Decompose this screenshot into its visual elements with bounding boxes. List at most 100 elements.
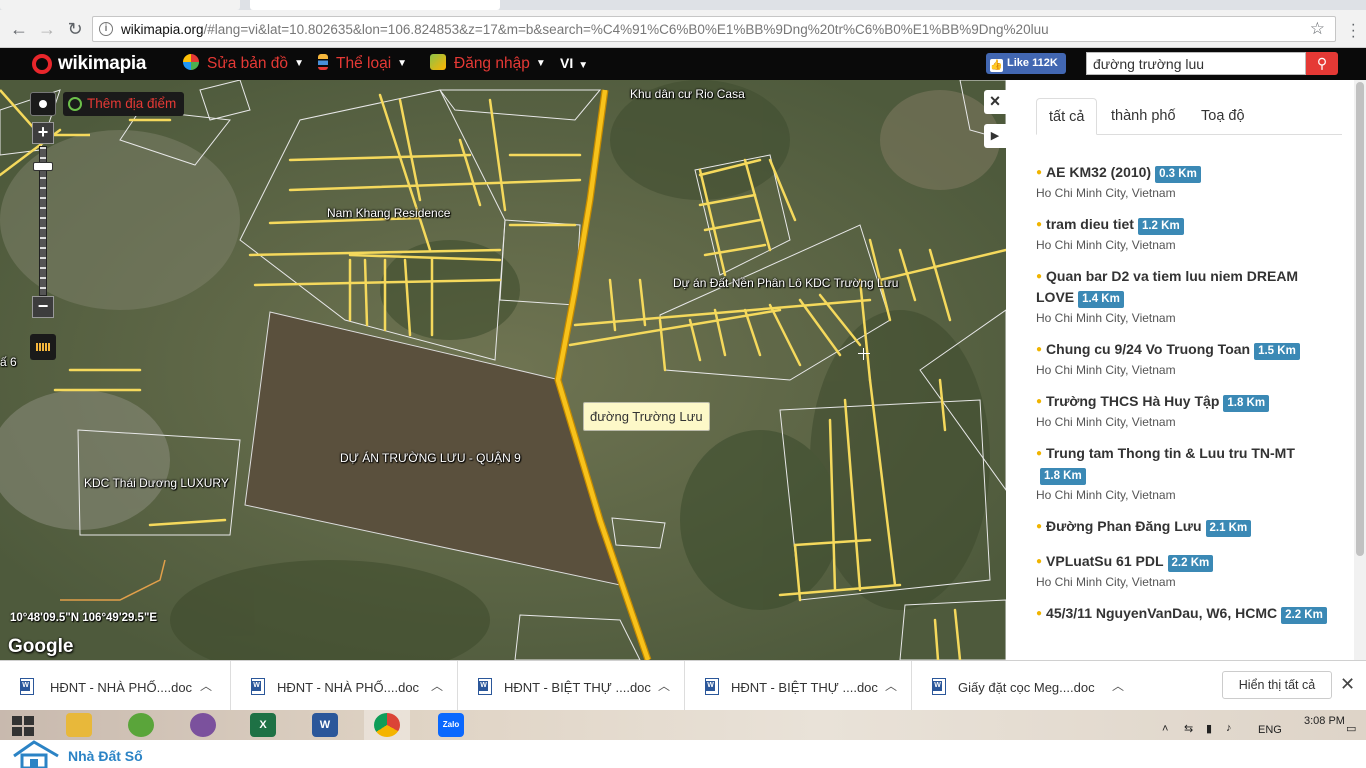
tray-chevron-icon[interactable]: ˄ xyxy=(1162,723,1168,735)
word-doc-icon xyxy=(251,678,265,695)
chevron-up-icon[interactable]: ︿ xyxy=(658,677,670,694)
distance-badge: 2.1 Km xyxy=(1205,520,1252,537)
bullet-icon: ● xyxy=(1036,271,1043,282)
zoom-in-button[interactable]: + xyxy=(32,122,54,144)
result-title[interactable]: Chung cu 9/24 Vo Truong Toan xyxy=(1046,341,1250,357)
result-title[interactable]: Trường THCS Hà Huy Tập xyxy=(1046,393,1219,409)
tray-language[interactable]: ENG xyxy=(1258,724,1282,736)
coccoc-icon[interactable] xyxy=(118,710,164,740)
my-location-button[interactable] xyxy=(30,92,56,116)
zalo-icon[interactable]: Zalo xyxy=(428,710,474,740)
download-filename: HĐNT - NHÀ PHỐ....doc xyxy=(277,680,420,695)
result-title[interactable]: AE KM32 (2010) xyxy=(1046,164,1151,180)
tab-coordinates[interactable]: Toạ độ xyxy=(1189,98,1257,135)
menu-login[interactable]: Đăng nhập ▼ xyxy=(430,54,546,74)
result-place: Ho Chi Minh City, Vietnam xyxy=(1036,415,1176,429)
taskbar: X W Zalo ˄ ⇆ ▮ ♪ ENG 3:08 PM ▭ xyxy=(0,710,1366,740)
bookmark-star-icon[interactable]: ☆ xyxy=(1310,19,1325,39)
close-panel-button[interactable]: × xyxy=(984,90,1006,114)
info-icon[interactable]: i xyxy=(99,22,113,36)
tray-volume-icon[interactable]: ♪ xyxy=(1226,722,1232,734)
browser-tab-strip xyxy=(0,0,1366,10)
bullet-icon: ● xyxy=(1036,219,1043,230)
map-label-nam-khang[interactable]: Nam Khang Residence xyxy=(327,206,450,220)
result-title[interactable]: tram dieu tiet xyxy=(1046,216,1134,232)
browser-tab-active[interactable] xyxy=(250,0,500,10)
show-all-downloads-button[interactable]: Hiển thị tất cả xyxy=(1222,671,1332,699)
panel-scrollbar[interactable] xyxy=(1354,80,1366,660)
list-item[interactable]: ● 45/3/11 NguyenVanDau, W6, HCMC 2.2 Km xyxy=(1036,603,1336,624)
result-title[interactable]: Quan bar D2 va tiem luu niem DREAM LOVE xyxy=(1036,268,1298,305)
zoom-out-button[interactable]: − xyxy=(32,296,54,318)
download-item[interactable]: HĐNT - BIỆT THỰ ....doc ︿ xyxy=(685,661,912,711)
bullet-icon: ● xyxy=(1036,608,1043,619)
list-item[interactable]: ● Quan bar D2 va tiem luu niem DREAM LOVE… xyxy=(1036,266,1336,325)
close-icon[interactable]: ✕ xyxy=(1340,674,1355,695)
map-label-kdc-thai-duong[interactable]: KDC Thái Dương LUXURY xyxy=(84,476,229,490)
menu-edit-map[interactable]: Sửa bản đồ ▼ xyxy=(183,54,304,74)
address-bar[interactable]: i wikimapia.org/#lang=vi&lat=10.802635&l… xyxy=(92,16,1336,42)
result-title[interactable]: Trung tam Thong tin & Luu tru TN-MT xyxy=(1046,445,1295,461)
tab-all[interactable]: tất cả xyxy=(1036,98,1098,135)
search-button[interactable]: ⚲ xyxy=(1306,52,1338,75)
search-results-panel: tất cả thành phố Toạ độ ● AE KM32 (2010) 0… xyxy=(1006,80,1354,660)
notification-icon[interactable]: ▭ xyxy=(1346,722,1356,735)
chevron-up-icon[interactable]: ︿ xyxy=(885,677,897,694)
zoom-slider-handle[interactable] xyxy=(33,162,53,171)
reload-icon[interactable]: ↻ xyxy=(64,18,86,40)
chevron-down-icon: ▼ xyxy=(397,58,408,69)
menu-categories[interactable]: Thể loại ▼ xyxy=(318,54,407,74)
chevron-up-icon[interactable]: ︿ xyxy=(1112,677,1124,694)
tab-city[interactable]: thành phố xyxy=(1099,98,1188,135)
add-place-button[interactable]: Thêm địa điểm xyxy=(63,92,185,116)
download-item[interactable]: HĐNT - BIỆT THỰ ....doc ︿ xyxy=(458,661,685,711)
list-item[interactable]: ● Trung tam Thong tin & Luu tru TN-MT 1.8 … xyxy=(1036,443,1336,502)
back-icon[interactable]: ← xyxy=(8,18,30,40)
browser-tab[interactable] xyxy=(0,0,240,10)
map-label-kdc-truong-luu[interactable]: Dự án Đất Nền Phân Lô KDC Trường Lưu xyxy=(673,276,898,290)
map-view[interactable]: Khu dân cư Rio Casa Nam Khang Residence … xyxy=(0,80,1006,660)
facebook-like-button[interactable]: 👍 Like 112K xyxy=(986,53,1066,74)
tray-network-icon[interactable]: ⇆ xyxy=(1184,722,1193,735)
download-item[interactable]: HĐNT - NHÀ PHỐ....doc ︿ xyxy=(231,661,458,711)
forward-icon[interactable]: → xyxy=(36,18,58,40)
map-label-du-an-truong-luu[interactable]: DỰ ÁN TRƯỜNG LƯU - QUẬN 9 xyxy=(340,451,521,465)
list-item[interactable]: ● tram dieu tiet 1.2 Km Ho Chi Minh City, V… xyxy=(1036,214,1336,252)
tray-battery-icon[interactable]: ▮ xyxy=(1206,722,1212,735)
logo-icon xyxy=(32,54,52,74)
list-item[interactable]: ● AE KM32 (2010) 0.3 Km Ho Chi Minh City, V… xyxy=(1036,162,1336,200)
watermark-bar: Nhà Đất Số xyxy=(0,740,1366,768)
viber-icon[interactable] xyxy=(180,710,226,740)
tray-clock[interactable]: 3:08 PM xyxy=(1304,715,1345,727)
chevron-up-icon[interactable]: ︿ xyxy=(431,677,443,694)
expand-panel-button[interactable]: ▶ xyxy=(984,124,1006,148)
result-title[interactable]: Đường Phan Đăng Lưu xyxy=(1046,518,1201,534)
map-label-rio-casa[interactable]: Khu dân cư Rio Casa xyxy=(630,87,745,101)
download-item[interactable]: HĐNT - NHÀ PHỐ....doc ︿ xyxy=(0,661,231,711)
excel-icon[interactable]: X xyxy=(240,710,286,740)
result-place: Ho Chi Minh City, Vietnam xyxy=(1036,238,1176,252)
word-doc-icon xyxy=(705,678,719,695)
bullet-icon: ● xyxy=(1036,448,1043,459)
file-explorer-icon[interactable] xyxy=(56,710,102,740)
language-selector[interactable]: VI ▼ xyxy=(560,55,588,71)
ruler-icon[interactable] xyxy=(30,334,56,360)
list-item[interactable]: ● Đường Phan Đăng Lưu 2.1 Km xyxy=(1036,516,1336,537)
word-icon[interactable]: W xyxy=(302,710,348,740)
list-item[interactable]: ● VPLuatSu 61 PDL 2.2 Km Ho Chi Minh City, … xyxy=(1036,551,1336,589)
download-filename: HĐNT - NHÀ PHỐ....doc xyxy=(50,680,193,695)
result-title[interactable]: VPLuatSu 61 PDL xyxy=(1046,553,1163,569)
search-input[interactable] xyxy=(1086,52,1306,75)
download-item[interactable]: Giấy đặt cọc Meg....doc ︿ xyxy=(912,661,1139,711)
list-item[interactable]: ● Trường THCS Hà Huy Tập 1.8 Km Ho Chi Minh… xyxy=(1036,391,1336,429)
browser-menu-icon[interactable]: · · · xyxy=(1351,17,1356,45)
scrollbar-thumb[interactable] xyxy=(1356,82,1364,556)
chrome-icon[interactable] xyxy=(364,710,410,740)
login-icon xyxy=(430,54,446,70)
windows-start-icon[interactable] xyxy=(12,716,36,736)
chevron-up-icon[interactable]: ︿ xyxy=(200,677,212,694)
result-title[interactable]: 45/3/11 NguyenVanDau, W6, HCMC xyxy=(1046,605,1277,621)
list-item[interactable]: ● Chung cu 9/24 Vo Truong Toan 1.5 Km Ho Ch… xyxy=(1036,339,1336,377)
word-doc-icon xyxy=(20,678,34,695)
globe-icon xyxy=(183,54,199,70)
